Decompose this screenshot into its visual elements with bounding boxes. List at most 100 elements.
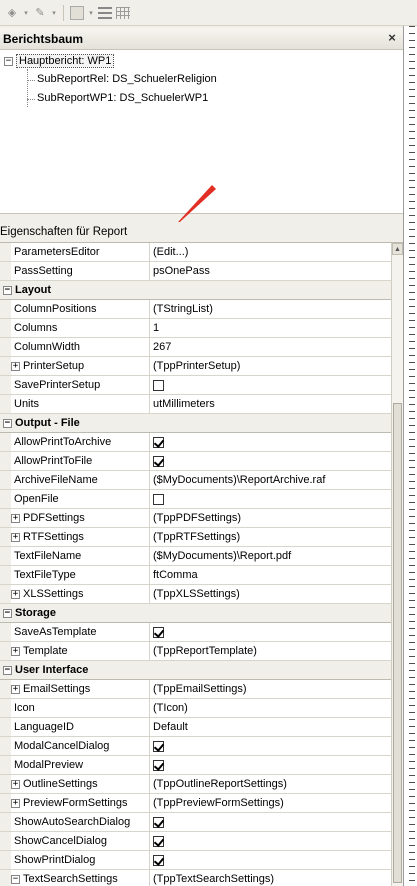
property-value-text[interactable]: (TppReportTemplate) xyxy=(153,645,257,657)
close-icon[interactable]: × xyxy=(385,31,399,45)
property-name[interactable]: Units xyxy=(11,395,150,413)
property-value[interactable] xyxy=(150,376,391,394)
property-row[interactable]: Columns 1 xyxy=(0,319,391,338)
property-name[interactable]: + EmailSettings xyxy=(11,680,150,698)
property-row[interactable]: Units utMillimeters xyxy=(0,395,391,414)
property-name[interactable]: + Template xyxy=(11,642,150,660)
property-name[interactable]: LanguageID xyxy=(11,718,150,736)
property-name[interactable]: ModalPreview xyxy=(11,756,150,774)
property-name[interactable]: ColumnWidth xyxy=(11,338,150,356)
property-name[interactable]: TextFileType xyxy=(11,566,150,584)
property-name[interactable]: − TextSearchSettings xyxy=(11,870,150,886)
property-name[interactable]: + PrinterSetup xyxy=(11,357,150,375)
property-value-text[interactable]: psOnePass xyxy=(153,265,210,277)
tree-root-label[interactable]: Hauptbericht: WP1 xyxy=(16,54,115,68)
category-row[interactable]: − Storage xyxy=(0,604,391,623)
checkbox-checked[interactable] xyxy=(153,436,164,448)
property-value-text[interactable]: 267 xyxy=(153,341,171,353)
property-value-text[interactable]: (TppPDFSettings) xyxy=(153,512,241,524)
property-row[interactable]: + RTFSettings (TppRTFSettings) xyxy=(0,528,391,547)
property-name[interactable]: + PreviewFormSettings xyxy=(11,794,150,812)
scroll-up-icon[interactable]: ▲ xyxy=(392,243,403,255)
collapse-icon[interactable]: − xyxy=(11,874,20,884)
property-name[interactable]: ParametersEditor xyxy=(11,243,150,261)
checkbox-checked[interactable] xyxy=(153,854,164,866)
property-value[interactable]: Default xyxy=(150,718,391,736)
collapse-icon[interactable]: − xyxy=(3,665,12,675)
collapse-icon[interactable]: − xyxy=(3,418,12,428)
property-value-text[interactable]: (TppPrinterSetup) xyxy=(153,360,240,372)
category-header[interactable]: − User Interface xyxy=(0,661,380,679)
category-row[interactable]: − Layout xyxy=(0,281,391,300)
property-value-text[interactable]: 1 xyxy=(153,322,159,334)
property-value[interactable] xyxy=(150,756,391,774)
property-row[interactable]: + PreviewFormSettings (TppPreviewFormSetti… xyxy=(0,794,391,813)
property-value[interactable]: ($MyDocuments)\ReportArchive.raf xyxy=(150,471,391,489)
property-value-text[interactable]: (TppPreviewFormSettings) xyxy=(153,797,284,809)
property-row[interactable]: + PrinterSetup (TppPrinterSetup) xyxy=(0,357,391,376)
property-name[interactable]: Columns xyxy=(11,319,150,337)
property-value-text[interactable]: ($MyDocuments)\Report.pdf xyxy=(153,550,291,562)
fill-color-dropdown[interactable]: ▾ xyxy=(22,5,30,21)
property-name[interactable]: AllowPrintToArchive xyxy=(11,433,150,451)
expand-icon[interactable]: + xyxy=(11,513,20,523)
property-value[interactable]: ftComma xyxy=(150,566,391,584)
category-header[interactable]: − Output - File xyxy=(0,414,380,432)
property-name[interactable]: + RTFSettings xyxy=(11,528,150,546)
expand-icon[interactable]: + xyxy=(11,798,20,808)
property-row[interactable]: + PDFSettings (TppPDFSettings) xyxy=(0,509,391,528)
property-row[interactable]: ColumnPositions (TStringList) xyxy=(0,300,391,319)
property-row[interactable]: ShowAutoSearchDialog xyxy=(0,813,391,832)
checkbox-unchecked[interactable] xyxy=(153,379,164,391)
tree-root-node[interactable]: − Hauptbericht: WP1 xyxy=(4,54,115,68)
property-value-text[interactable]: (Edit...) xyxy=(153,246,188,258)
property-value[interactable] xyxy=(150,737,391,755)
property-name[interactable]: SavePrinterSetup xyxy=(11,376,150,394)
property-value[interactable]: 267 xyxy=(150,338,391,356)
property-name[interactable]: SaveAsTemplate xyxy=(11,623,150,641)
expand-icon[interactable]: + xyxy=(11,532,20,542)
property-value[interactable] xyxy=(150,433,391,451)
property-value-text[interactable]: ftComma xyxy=(153,569,198,581)
category-header[interactable]: − Storage xyxy=(0,604,380,622)
grid-icon[interactable] xyxy=(115,5,131,21)
property-value[interactable]: ($MyDocuments)\Report.pdf xyxy=(150,547,391,565)
property-name[interactable]: + XLSSettings xyxy=(11,585,150,603)
property-value[interactable]: utMillimeters xyxy=(150,395,391,413)
expand-icon[interactable]: + xyxy=(11,589,20,599)
property-value[interactable]: (TppRTFSettings) xyxy=(150,528,391,546)
property-name[interactable]: ShowAutoSearchDialog xyxy=(11,813,150,831)
property-name[interactable]: PassSetting xyxy=(11,262,150,280)
property-row[interactable]: TextFileType ftComma xyxy=(0,566,391,585)
lines-icon[interactable] xyxy=(97,5,113,21)
property-row[interactable]: ModalPreview xyxy=(0,756,391,775)
property-name[interactable]: TextFileName xyxy=(11,547,150,565)
expand-icon[interactable]: + xyxy=(11,779,20,789)
property-row[interactable]: ParametersEditor (Edit...) xyxy=(0,243,391,262)
property-row[interactable]: SavePrinterSetup xyxy=(0,376,391,395)
collapse-icon[interactable]: − xyxy=(3,608,12,618)
checkbox-checked[interactable] xyxy=(153,759,164,771)
property-name[interactable]: AllowPrintToFile xyxy=(11,452,150,470)
property-name[interactable]: ShowPrintDialog xyxy=(11,851,150,869)
checkbox-checked[interactable] xyxy=(153,740,164,752)
property-row[interactable]: + Template (TppReportTemplate) xyxy=(0,642,391,661)
tree-node-subreport-rel[interactable]: SubReportRel: DS_SchuelerReligion xyxy=(37,73,217,85)
fill-color-icon[interactable]: ◈ xyxy=(4,5,20,21)
vertical-scrollbar[interactable]: ▲ xyxy=(391,243,403,886)
bar-dropdown[interactable]: ▾ xyxy=(87,5,95,21)
collapse-icon[interactable]: − xyxy=(3,285,12,295)
property-value[interactable] xyxy=(150,851,391,869)
checkbox-checked[interactable] xyxy=(153,835,164,847)
property-value[interactable]: 1 xyxy=(150,319,391,337)
checkbox-checked[interactable] xyxy=(153,626,164,638)
property-name[interactable]: + OutlineSettings xyxy=(11,775,150,793)
property-value-text[interactable]: (TStringList) xyxy=(153,303,213,315)
expand-icon[interactable]: + xyxy=(11,646,20,656)
checkbox-checked[interactable] xyxy=(153,455,164,467)
property-value[interactable]: (TppPDFSettings) xyxy=(150,509,391,527)
category-row[interactable]: − User Interface xyxy=(0,661,391,680)
line-color-dropdown[interactable]: ▾ xyxy=(50,5,58,21)
property-value-text[interactable]: Default xyxy=(153,721,188,733)
property-value-text[interactable]: (TppTextSearchSettings) xyxy=(153,873,274,885)
